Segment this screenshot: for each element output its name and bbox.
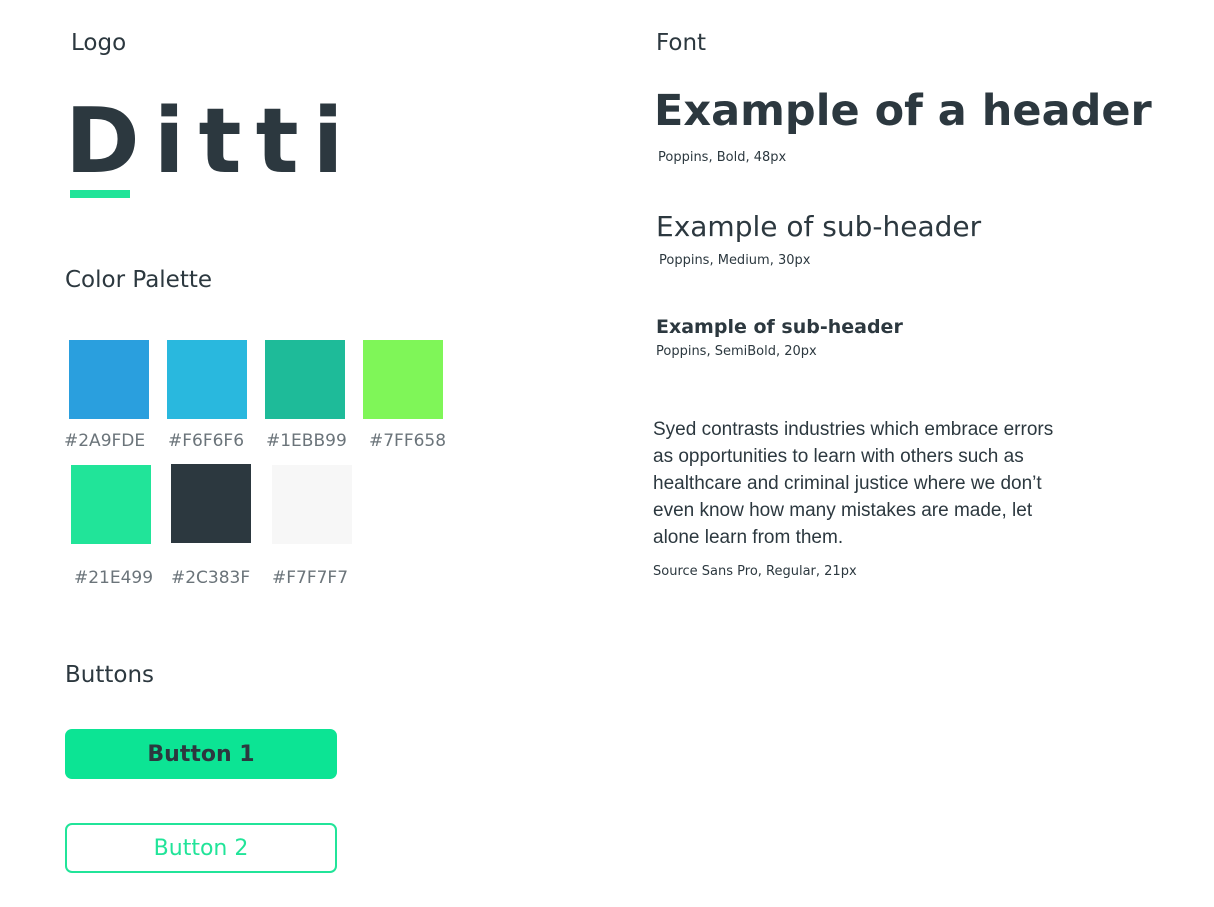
color-swatch <box>272 465 352 544</box>
secondary-outline-button[interactable]: Button 2 <box>65 823 337 873</box>
subheader-font-spec: Poppins, Medium, 30px <box>659 253 811 268</box>
brand-logo-wordmark: Ditti <box>65 89 358 194</box>
swatch-label: #2A9FDE <box>64 431 146 451</box>
small-subheader-font-spec: Poppins, SemiBold, 20px <box>656 344 817 359</box>
body-font-spec: Source Sans Pro, Regular, 21px <box>653 564 857 579</box>
buttons-section-title: Buttons <box>65 662 155 688</box>
swatch-label: #21E499 <box>74 568 154 588</box>
swatch-label: #7FF658 <box>369 431 447 451</box>
swatch-label: #F7F7F7 <box>272 568 349 588</box>
color-swatch <box>171 464 251 543</box>
color-swatch <box>265 340 345 419</box>
color-palette-title: Color Palette <box>65 267 213 293</box>
color-swatch <box>167 340 247 419</box>
swatch-label: #2C383F <box>171 568 251 588</box>
font-section-title: Font <box>656 30 707 56</box>
color-swatch <box>71 465 151 544</box>
color-swatch <box>363 340 443 419</box>
swatch-label: #1EBB99 <box>266 431 347 451</box>
header-example: Example of a header <box>654 86 1152 136</box>
logo-section-title: Logo <box>71 30 127 56</box>
color-swatch <box>69 340 149 419</box>
logo-underline-accent <box>70 190 130 198</box>
header-font-spec: Poppins, Bold, 48px <box>658 150 787 165</box>
small-subheader-example: Example of sub-header <box>656 316 903 338</box>
subheader-example: Example of sub-header <box>656 210 982 243</box>
primary-button[interactable]: Button 1 <box>65 729 337 779</box>
swatch-label: #F6F6F6 <box>168 431 245 451</box>
body-text-example: Syed contrasts industries which embrace … <box>653 419 1054 548</box>
